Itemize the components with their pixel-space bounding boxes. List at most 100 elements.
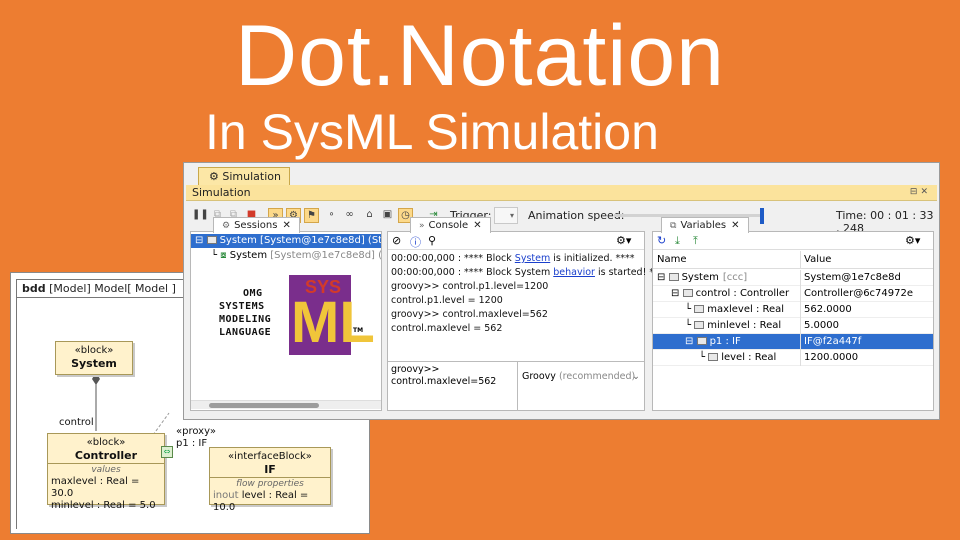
system-name: System	[71, 357, 117, 370]
refresh-icon[interactable]: ↻	[657, 234, 666, 247]
simulation-window: ⚙ Simulation Simulation ⊟✕ ❚❚ ⧉ ⧉ ■ » ⚙ …	[183, 162, 940, 420]
close-icon[interactable]: ✕	[473, 220, 481, 231]
export-icon[interactable]: ⤓	[675, 234, 680, 248]
col-name[interactable]: Name	[657, 251, 687, 269]
sessions-scrollbar[interactable]	[191, 400, 381, 409]
nodes-icon[interactable]: ∘	[324, 208, 339, 223]
control-role-label: control	[59, 417, 94, 428]
console-line-3: groovy>> control.p1.level=1200	[391, 281, 549, 292]
sessions-panel: ⚙ Sessions ✕ ⊟ System [System@1e7c8e8d] (S…	[190, 217, 382, 411]
import-icon[interactable]: ⤒	[693, 234, 698, 248]
flow-properties-label: flow properties	[236, 479, 304, 489]
console-line-5: groovy>> control.maxlevel=562	[391, 309, 548, 320]
tree-line-icon: └	[685, 320, 695, 331]
gear-icon: ⚙	[222, 221, 231, 231]
animation-speed-thumb[interactable]	[760, 208, 764, 224]
filter-icon[interactable]: ⚲	[428, 234, 436, 247]
settings-gear-icon[interactable]: ⚙▾	[905, 234, 920, 247]
property-icon	[694, 305, 705, 313]
console-icon: »	[419, 221, 425, 231]
variable-row[interactable]: └ minlevel : Real 5.0000	[653, 318, 933, 334]
link-icon[interactable]: ∞	[342, 208, 357, 223]
gear-icon: ⚙	[209, 170, 219, 183]
property-icon	[694, 321, 705, 329]
controller-block[interactable]: «block» Controller values maxlevel : Rea…	[47, 433, 165, 511]
variable-value[interactable]: 1200.0000	[800, 350, 858, 366]
variable-row[interactable]: ⊟ p1 : IF IF@f2a447f	[653, 334, 933, 350]
maxlevel-attr: maxlevel : Real = 30.0	[51, 476, 140, 499]
session-row-child[interactable]: └ ⧇ System [System@1e7c8e8d] (Sta	[191, 249, 381, 263]
values-section-label: values	[91, 465, 121, 475]
console-input[interactable]: groovy>> control.maxlevel=562	[388, 361, 518, 411]
port-stereotype: «proxy»	[176, 426, 216, 437]
minlevel-attr: minlevel : Real = 5.0	[51, 500, 156, 511]
tree-line-icon: └	[685, 304, 695, 315]
console-line-2: 00:00:00,000 : **** Block System behavio…	[391, 267, 669, 278]
if-block[interactable]: «interfaceBlock» IF flow properties inou…	[209, 447, 331, 513]
console-panel: » Console ✕ ⊘ ⓘ ⚲ ⚙▾ 00:00:00,000 : **** B…	[387, 217, 668, 411]
variable-value[interactable]: 5.0000	[800, 318, 839, 334]
variable-row[interactable]: ⊟ System [ccc] System@1e7c8e8d	[653, 270, 933, 286]
trigger-select[interactable]: ▾	[494, 207, 518, 224]
variables-panel: ⧉ Variables ✕ ↻ ⤓ ⤒ ⚙▾ Name Value ⊟ System…	[652, 217, 934, 411]
property-icon	[708, 353, 719, 361]
settings-gear-icon[interactable]: ⚙▾	[616, 234, 631, 247]
simulation-titlebar: Simulation ⊟✕	[186, 185, 937, 201]
controller-name: Controller	[74, 449, 138, 462]
behavior-link[interactable]: behavior	[553, 267, 595, 278]
tree-line-icon: └	[699, 352, 709, 363]
variable-row[interactable]: ⊟ control : Controller Controller@6c74972…	[653, 286, 933, 302]
console-line-6: control.maxlevel = 562	[391, 323, 503, 334]
collapse-icon: ⊟	[657, 272, 669, 283]
tab-simulation[interactable]: ⚙ Simulation	[198, 167, 290, 185]
variables-header: Name Value	[653, 251, 933, 269]
property-icon	[682, 289, 693, 297]
info-icon[interactable]: ⓘ	[410, 234, 421, 250]
omg-sysml-logo: OMG SYSTEMS MODELING LANGUAGE SYS ML TM	[219, 275, 375, 355]
animation-speed-label: Animation speed:	[528, 209, 625, 222]
pause-icon[interactable]: ❚❚	[192, 208, 209, 223]
variables-icon: ⧉	[670, 221, 677, 231]
variable-row[interactable]: └ level : Real 1200.0000	[653, 350, 933, 366]
if-stereotype: «interfaceBlock»	[228, 451, 312, 462]
block-icon: ⧇	[220, 250, 227, 261]
property-icon	[696, 337, 707, 345]
subtitle: In SysML Simulation	[205, 104, 659, 160]
system-link[interactable]: System	[515, 253, 550, 264]
camera-icon[interactable]: ▣	[380, 208, 395, 223]
if-name: IF	[264, 463, 276, 476]
variable-value[interactable]: System@1e7c8e8d	[800, 270, 901, 286]
variable-value[interactable]: 562.0000	[800, 302, 852, 318]
session-row-system[interactable]: ⊟ System [System@1e7c8e8d] (Started	[191, 234, 381, 248]
breakpoints-icon[interactable]: ⚑	[304, 208, 319, 223]
col-value[interactable]: Value	[800, 251, 831, 269]
system-block[interactable]: «block» System	[55, 341, 133, 375]
level-attr: inout level : Real = 10.0	[213, 490, 309, 513]
console-line-1: 00:00:00,000 : **** Block System is init…	[391, 253, 635, 264]
simulation-title: Simulation	[192, 186, 251, 199]
collapse-icon: ⊟	[195, 235, 204, 246]
controller-stereotype: «block»	[86, 437, 126, 448]
tab-variables[interactable]: ⧉ Variables ✕	[661, 217, 749, 233]
tree-line-icon: └	[211, 250, 218, 261]
language-select[interactable]: Groovy (recommended) ⌄	[518, 361, 644, 411]
window-controls-icon[interactable]: ⊟✕	[910, 185, 931, 200]
variable-value[interactable]: Controller@6c74972e	[800, 286, 913, 302]
system-stereotype: «block»	[74, 345, 114, 356]
variable-value[interactable]: IF@f2a447f	[800, 334, 861, 350]
clear-icon[interactable]: ⊘	[392, 234, 401, 247]
tab-console[interactable]: » Console ✕	[410, 217, 491, 233]
property-icon	[668, 273, 679, 281]
console-line-4: control.p1.level = 1200	[391, 295, 503, 306]
lock-icon[interactable]: ⌂	[362, 208, 377, 223]
console-toolbar: ⊘ ⓘ ⚲ ⚙▾	[388, 232, 644, 250]
collapse-icon: ⊟	[671, 288, 683, 299]
tab-sessions[interactable]: ⚙ Sessions ✕	[213, 217, 300, 233]
chevron-down-icon: ⌄	[632, 371, 640, 382]
close-icon[interactable]: ✕	[731, 220, 739, 231]
port-label: p1 : IF	[176, 438, 208, 449]
close-icon[interactable]: ✕	[282, 220, 290, 231]
variable-row[interactable]: └ maxlevel : Real 562.0000	[653, 302, 933, 318]
proxy-port-icon[interactable]: ⇔	[161, 446, 173, 458]
variables-toolbar: ↻ ⤓ ⤒ ⚙▾	[653, 232, 933, 250]
